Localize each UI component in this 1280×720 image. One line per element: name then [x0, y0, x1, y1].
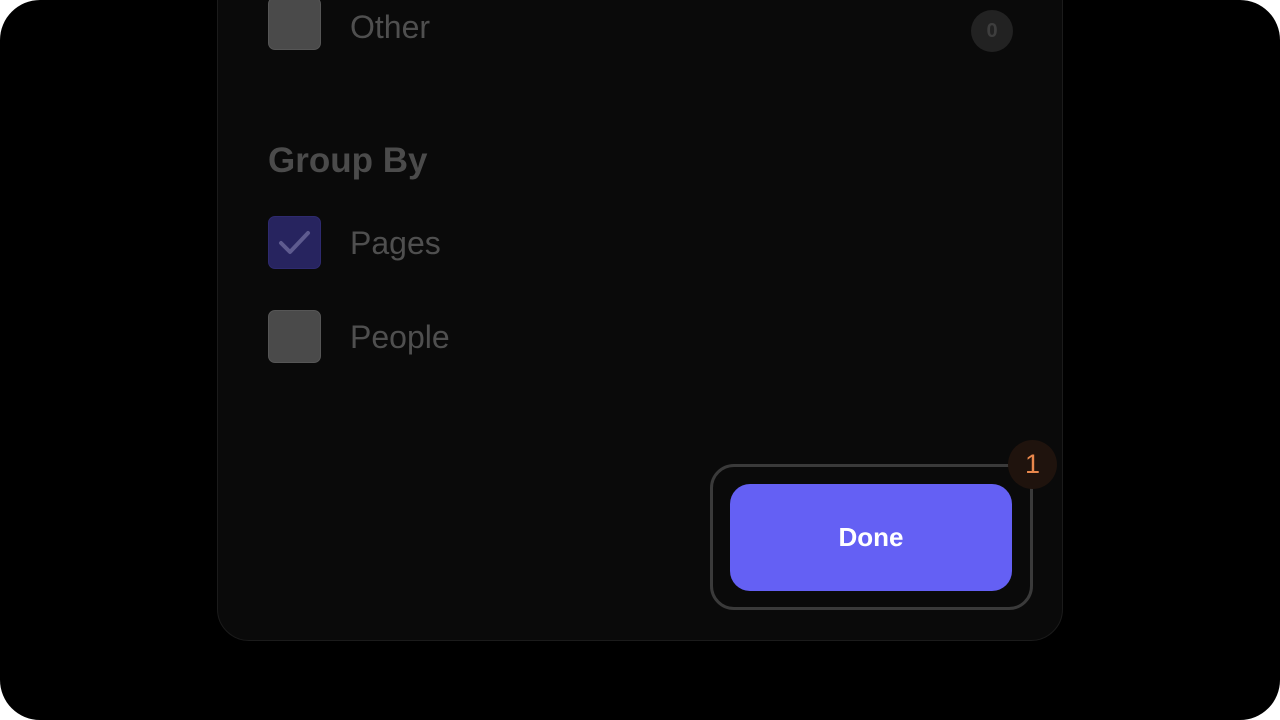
step-number-badge: 1 [1008, 440, 1057, 489]
group-by-option-people[interactable]: People [268, 310, 468, 364]
checkmark-icon [279, 231, 310, 254]
group-by-option-people-label: People [350, 319, 450, 355]
filter-row-other[interactable]: Other [268, 0, 1013, 51]
group-by-option-pages[interactable]: Pages [268, 216, 468, 270]
checkbox-other[interactable] [268, 0, 321, 50]
done-button[interactable]: Done [730, 484, 1012, 591]
screen: Other 0 Group By Pages People Done 1 [0, 0, 1280, 720]
checkbox-pages[interactable] [268, 216, 321, 269]
group-by-option-pages-label: Pages [350, 225, 441, 261]
count-badge-other: 0 [971, 10, 1013, 52]
filter-row-other-label: Other [350, 9, 431, 45]
checkbox-people[interactable] [268, 310, 321, 363]
group-by-heading: Group By [268, 141, 428, 180]
